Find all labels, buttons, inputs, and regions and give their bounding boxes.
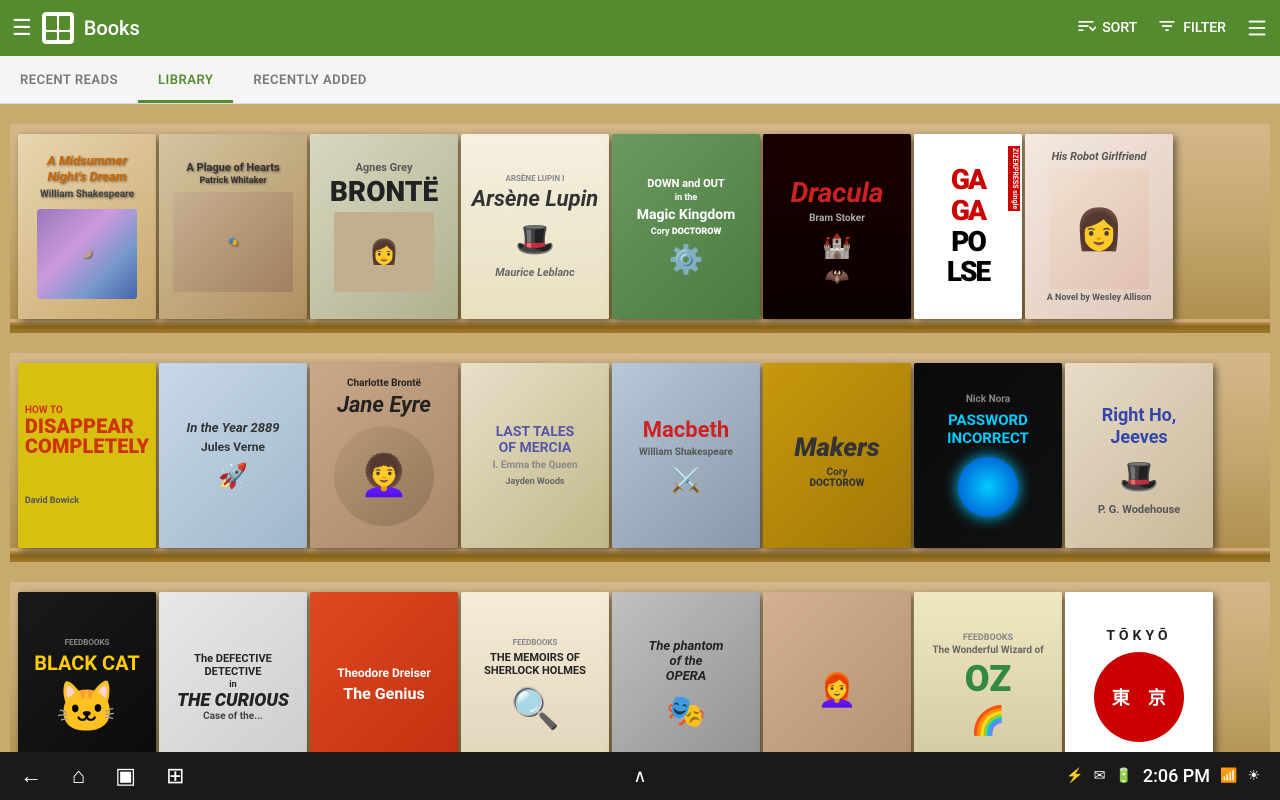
recents-button[interactable]: ▣ bbox=[115, 764, 136, 789]
book-year2889[interactable]: In the Year 2889 Jules Verne 🚀 bbox=[159, 363, 307, 548]
filter-icon bbox=[1157, 16, 1177, 41]
sort-button[interactable]: SORT bbox=[1076, 16, 1137, 41]
sort-label: SORT bbox=[1102, 20, 1137, 36]
book-defective-detective[interactable]: The DEFECTIVEDETECTIVE in THE CURIOUS Ca… bbox=[159, 592, 307, 777]
book-wizard-oz[interactable]: FEEDBOOKS The Wonderful Wizard of OZ 🌈 bbox=[914, 592, 1062, 777]
book-dracula[interactable]: Dracula Bram Stoker 🏰 🦇 bbox=[763, 134, 911, 319]
screenshot-button[interactable]: ⊞ bbox=[166, 764, 184, 789]
status-bar: ← ⌂ ▣ ⊞ ∧ ⚡ ✉ 🔋 2:06 PM 📶 ☀ bbox=[0, 752, 1280, 800]
book-password-incorrect[interactable]: Nick Nora PASSWORDINCORRECT bbox=[914, 363, 1062, 548]
tab-recently-added[interactable]: RECENTLY ADDED bbox=[233, 59, 386, 103]
book-disappear[interactable]: HOW TO DISAPPEARCOMPLETELY David Bowick bbox=[18, 363, 156, 548]
book-last-tales[interactable]: LAST TALESOF MERCIA I. Emma the Queen Ja… bbox=[461, 363, 609, 548]
book-makers[interactable]: Makers CoryDOCTOROW bbox=[763, 363, 911, 548]
shelf-row-2: HOW TO DISAPPEARCOMPLETELY David Bowick … bbox=[0, 333, 1280, 562]
sort-icon bbox=[1076, 16, 1096, 41]
shelf-bg-2: HOW TO DISAPPEARCOMPLETELY David Bowick … bbox=[10, 353, 1270, 548]
menu-icon[interactable]: ☰ bbox=[12, 16, 32, 41]
email-icon: ✉ bbox=[1094, 768, 1106, 784]
book-right-ho-jeeves[interactable]: Right Ho,Jeeves 🎩 P. G. Wodehouse bbox=[1065, 363, 1213, 548]
book-agnes[interactable]: Agnes Grey BRONTË 👩 bbox=[310, 134, 458, 319]
book-jane-eyre[interactable]: Charlotte Brontë Jane Eyre 👩‍🦱 bbox=[310, 363, 458, 548]
book-plague[interactable]: A Plague of Hearts Patrick Whitaker 🎭 bbox=[159, 134, 307, 319]
filter-label: FILTER bbox=[1183, 20, 1226, 36]
wifi-icon: 📶 bbox=[1220, 768, 1237, 784]
shelf-row-1: A MidsummerNight's Dream William Shakesp… bbox=[0, 104, 1280, 333]
book-midsummer[interactable]: A MidsummerNight's Dream William Shakesp… bbox=[18, 134, 156, 319]
top-bar: ☰ Books SORT FILTER bbox=[0, 0, 1280, 56]
book-tokyo[interactable]: TŌKYŌ 東 京 bbox=[1065, 592, 1213, 777]
book-dreiser[interactable]: Theodore Dreiser The Genius bbox=[310, 592, 458, 777]
list-view-button[interactable] bbox=[1246, 17, 1268, 39]
shelf-surface-1 bbox=[10, 319, 1270, 333]
usb-icon: ⚡ bbox=[1066, 768, 1083, 784]
home-button[interactable]: ⌂ bbox=[72, 763, 85, 789]
book-gagapo[interactable]: GA GA PO LSE ZIZEKPRESS single bbox=[914, 134, 1022, 319]
status-right-area: ⚡ ✉ 🔋 2:06 PM 📶 ☀ bbox=[1066, 766, 1260, 787]
shelf-bg-1: A MidsummerNight's Dream William Shakesp… bbox=[10, 124, 1270, 319]
book-macbeth[interactable]: Macbeth William Shakespeare ⚔️ bbox=[612, 363, 760, 548]
book-phantom-opera[interactable]: The phantomof theOPERA 🎭 bbox=[612, 592, 760, 777]
book-sherlock-holmes[interactable]: FEEDBOOKS THE MEMOIRS OFSHERLOCK HOLMES … bbox=[461, 592, 609, 777]
book-down[interactable]: DOWN and OUTin the Magic Kingdom Cory DO… bbox=[612, 134, 760, 319]
app-title: Books bbox=[84, 16, 1076, 40]
tab-bar: RECENT READS LIBRARY RECENTLY ADDED bbox=[0, 56, 1280, 104]
status-time: 2:06 PM bbox=[1143, 766, 1210, 787]
app-icon bbox=[42, 12, 74, 44]
book-black-cat[interactable]: FEEDBOOKS BLACK CAT 🐱 bbox=[18, 592, 156, 777]
shelf-bg-3: FEEDBOOKS BLACK CAT 🐱 The DEFECTIVEDETEC… bbox=[10, 582, 1270, 777]
book-portrait-lady[interactable]: 👩‍🦰 bbox=[763, 592, 911, 777]
shelf-surface-2 bbox=[10, 548, 1270, 562]
tab-recent-reads[interactable]: RECENT READS bbox=[0, 59, 138, 103]
tab-library[interactable]: LIBRARY bbox=[138, 59, 233, 103]
book-arsene[interactable]: ARSÈNE LUPIN I Arsène Lupin 🎩 Maurice Le… bbox=[461, 134, 609, 319]
filter-button[interactable]: FILTER bbox=[1157, 16, 1226, 41]
toolbar-actions: SORT FILTER bbox=[1076, 16, 1268, 41]
bookshelf: A MidsummerNight's Dream William Shakesp… bbox=[0, 104, 1280, 800]
back-button[interactable]: ← bbox=[20, 763, 42, 789]
brightness-icon: ☀ bbox=[1247, 768, 1260, 784]
status-center-area: ∧ bbox=[633, 766, 646, 787]
battery-icon: 🔋 bbox=[1115, 768, 1132, 784]
book-robot-girlfriend[interactable]: His Robot Girlfriend 👩 A Novel by Wesley… bbox=[1025, 134, 1173, 319]
